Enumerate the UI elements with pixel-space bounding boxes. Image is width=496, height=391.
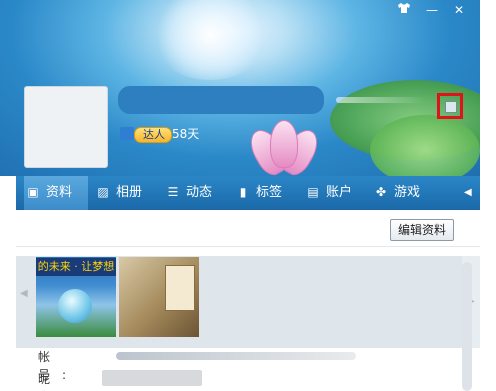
chevron-left-icon[interactable]: ◀ [20,288,28,299]
photo-strip: ◀ 的未来 · 让梦想 [16,256,462,348]
lotus-leaf-decoration [370,115,480,185]
level-icon[interactable] [120,127,134,140]
account-field: 帐号: [38,348,94,382]
tab-tags[interactable]: ▮ 标签 [234,176,298,210]
tab-label: 账户 [326,185,353,200]
edit-profile-button[interactable]: 编辑资料 [390,219,454,241]
close-button[interactable]: ✕ [450,2,468,18]
wallet-icon: ▤ [307,185,319,199]
clover-icon: ✤ [375,185,387,199]
tab-profile[interactable]: ▣ 资料 [24,176,88,210]
tab-feed[interactable]: ☰ 动态 [164,176,228,210]
tab-label: 相册 [116,185,143,200]
vertical-scrollbar[interactable] [462,262,472,391]
level-badge[interactable]: 达人 [134,127,172,143]
nickname-value-redacted [102,370,202,386]
picture-icon [445,101,457,113]
globe-image [58,289,92,323]
signature-redacted [336,97,426,103]
account-value-redacted [116,352,356,360]
nickname-redacted [118,86,324,114]
moon-glow [150,0,270,80]
list-icon: ☰ [167,185,179,199]
change-cover-button[interactable] [437,93,463,119]
scroll-image [165,265,195,311]
active-days: 58天 [172,127,200,141]
lotus-flower-decoration [243,118,325,180]
tab-label: 游戏 [394,185,421,200]
shirt-icon[interactable] [395,2,413,18]
bookmark-icon: ▮ [239,185,247,199]
profile-window: — ✕ 达人 58天 ▣ 资料 ▨ 相册 ☰ 动态 ▮ 标签 ▤ 账户 ✤ 游戏… [0,0,480,391]
profile-card-icon: ▣ [27,185,39,199]
nickname-label: 昵称: [38,372,66,391]
minimize-button[interactable]: — [423,2,441,18]
tab-account[interactable]: ▤ 账户 [304,176,368,210]
tab-label: 标签 [256,185,283,200]
tab-albums[interactable]: ▨ 相册 [94,176,158,210]
profile-cover: — ✕ 达人 58天 [0,0,480,185]
profile-content: 编辑资料 ◀ 的未来 · 让梦想 ▶ 帐号: 昵称: [16,210,480,391]
photo-thumbnail[interactable] [119,257,199,337]
tab-label: 动态 [186,185,213,200]
nickname-field: 昵称: [38,370,94,391]
divider [16,246,480,247]
photo-icon: ▨ [97,185,109,199]
tab-label: 资料 [46,185,73,200]
photo-caption: 的未来 · 让梦想 [36,258,116,276]
tab-scroll-arrows[interactable]: ◀ ▶ [464,176,480,232]
profile-tab-bar: ▣ 资料 ▨ 相册 ☰ 动态 ▮ 标签 ▤ 账户 ✤ 游戏 ◀ ▶ [16,176,480,232]
avatar[interactable] [24,86,108,168]
tab-games[interactable]: ✤ 游戏 [372,176,436,210]
window-edge [480,0,496,391]
photo-thumbnail[interactable]: 的未来 · 让梦想 [36,257,116,337]
